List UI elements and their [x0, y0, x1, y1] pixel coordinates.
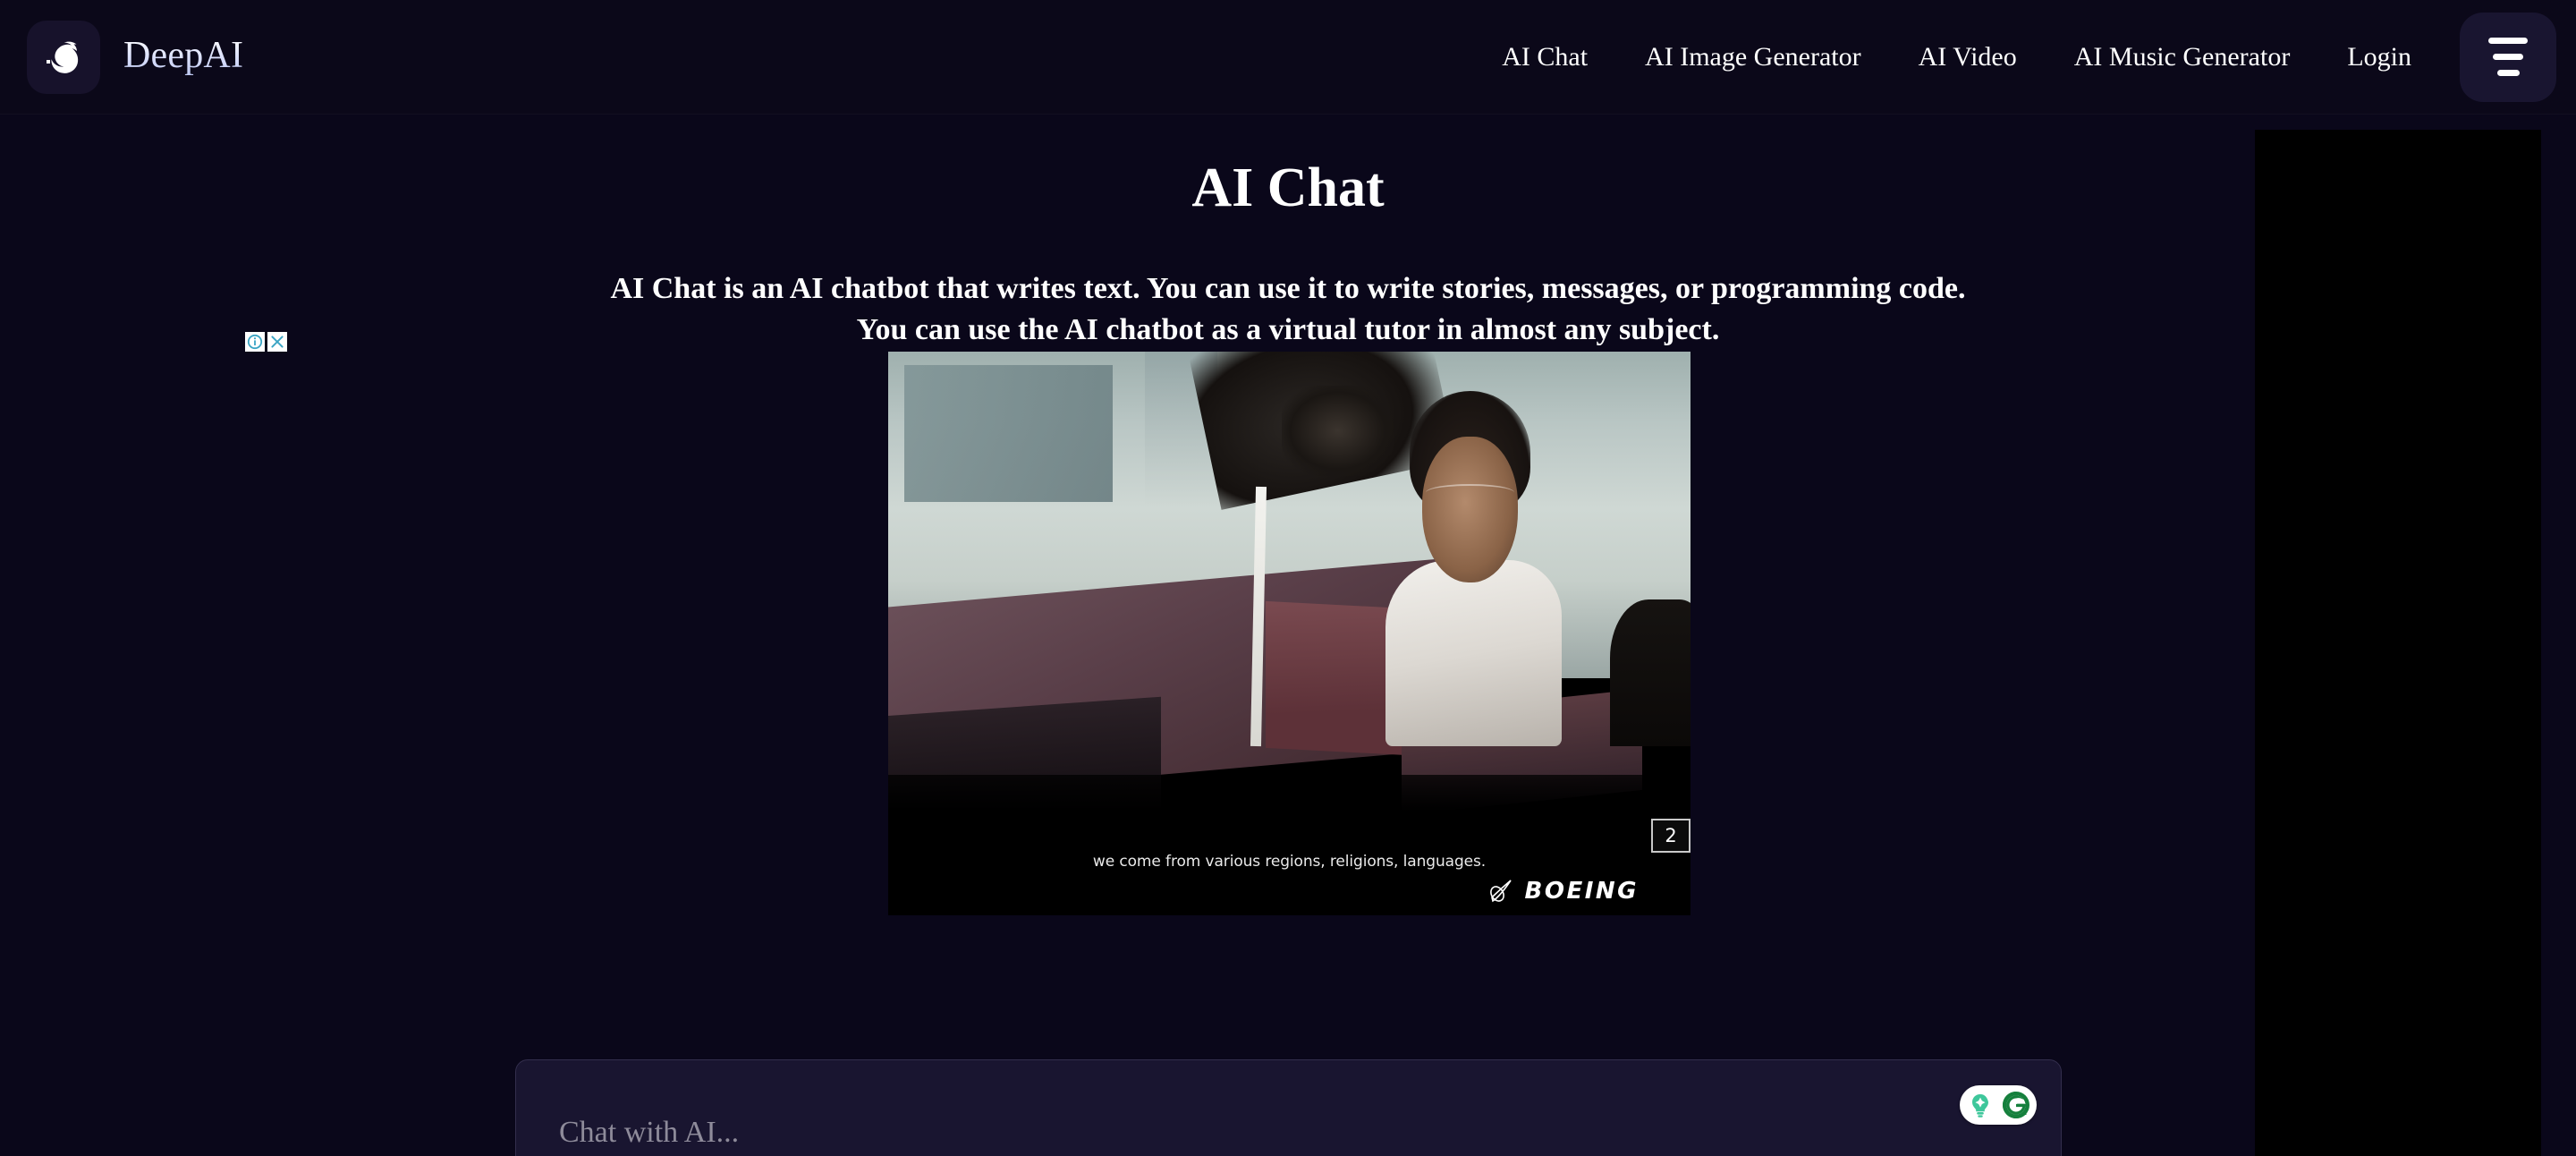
brand-home-link[interactable]: DeepAI: [27, 20, 244, 94]
hamburger-bar: [2496, 70, 2520, 76]
lightbulb-sparkle-icon: [1972, 1094, 1988, 1118]
page-title: AI Chat: [1191, 157, 1385, 218]
hamburger-bar: [2493, 54, 2523, 60]
page-subtitle-line-1: AI Chat is an AI chatbot that writes tex…: [610, 272, 1966, 305]
ad-countdown-badge: 2: [1651, 819, 1690, 853]
video-advertisement[interactable]: we come from various regions, religions,…: [888, 352, 1690, 915]
video-scene-machinery-detail: [1281, 385, 1394, 476]
adchoices-info-icon[interactable]: [245, 332, 265, 352]
chat-input-placeholder: Chat with AI...: [559, 1116, 740, 1149]
page-subtitle: AI Chat is an AI chatbot that writes tex…: [0, 268, 2576, 351]
hamburger-bar: [2488, 38, 2528, 44]
nav-ai-image-generator[interactable]: AI Image Generator: [1616, 35, 1890, 80]
adchoices-controls: [245, 332, 287, 352]
nav-ai-music-generator[interactable]: AI Music Generator: [2046, 35, 2319, 80]
main-content: AI Chat AI Chat is an AI chatbot that wr…: [0, 115, 2576, 1156]
nav-ai-chat[interactable]: AI Chat: [1473, 35, 1616, 80]
video-caption: we come from various regions, religions,…: [1092, 853, 1487, 871]
page-subtitle-line-2: You can use the AI chatbot as a virtual …: [856, 312, 1720, 346]
grammarly-g-icon: [2002, 1092, 2029, 1118]
adchoices-close-icon[interactable]: [267, 332, 287, 352]
right-sidebar-ad-slot[interactable]: [2255, 130, 2541, 1156]
primary-nav: AI Chat AI Image Generator AI Video AI M…: [1473, 12, 2576, 102]
deepai-dolphin-logo-icon: [27, 20, 100, 94]
chat-input-box[interactable]: Chat with AI...: [515, 1059, 2062, 1156]
video-scene-person-glasses: [1425, 484, 1514, 501]
nav-login[interactable]: Login: [2318, 35, 2440, 80]
grammarly-badge[interactable]: [1960, 1085, 2037, 1125]
boeing-logo: BOEING: [1489, 878, 1639, 905]
hamburger-menu-icon[interactable]: [2460, 12, 2556, 102]
chat-input-container: Chat with AI...: [515, 1059, 2062, 1156]
video-scene-person-face: [1421, 436, 1519, 583]
nav-ai-video[interactable]: AI Video: [1890, 35, 2046, 80]
brand-name: DeepAI: [123, 34, 244, 76]
video-scene-person-background: [1610, 599, 1690, 746]
boeing-wordmark: BOEING: [1524, 878, 1639, 905]
video-frame: [888, 352, 1690, 915]
video-scene-person-shirt: [1385, 560, 1563, 746]
site-header: DeepAI AI Chat AI Image Generator AI Vid…: [0, 0, 2576, 115]
